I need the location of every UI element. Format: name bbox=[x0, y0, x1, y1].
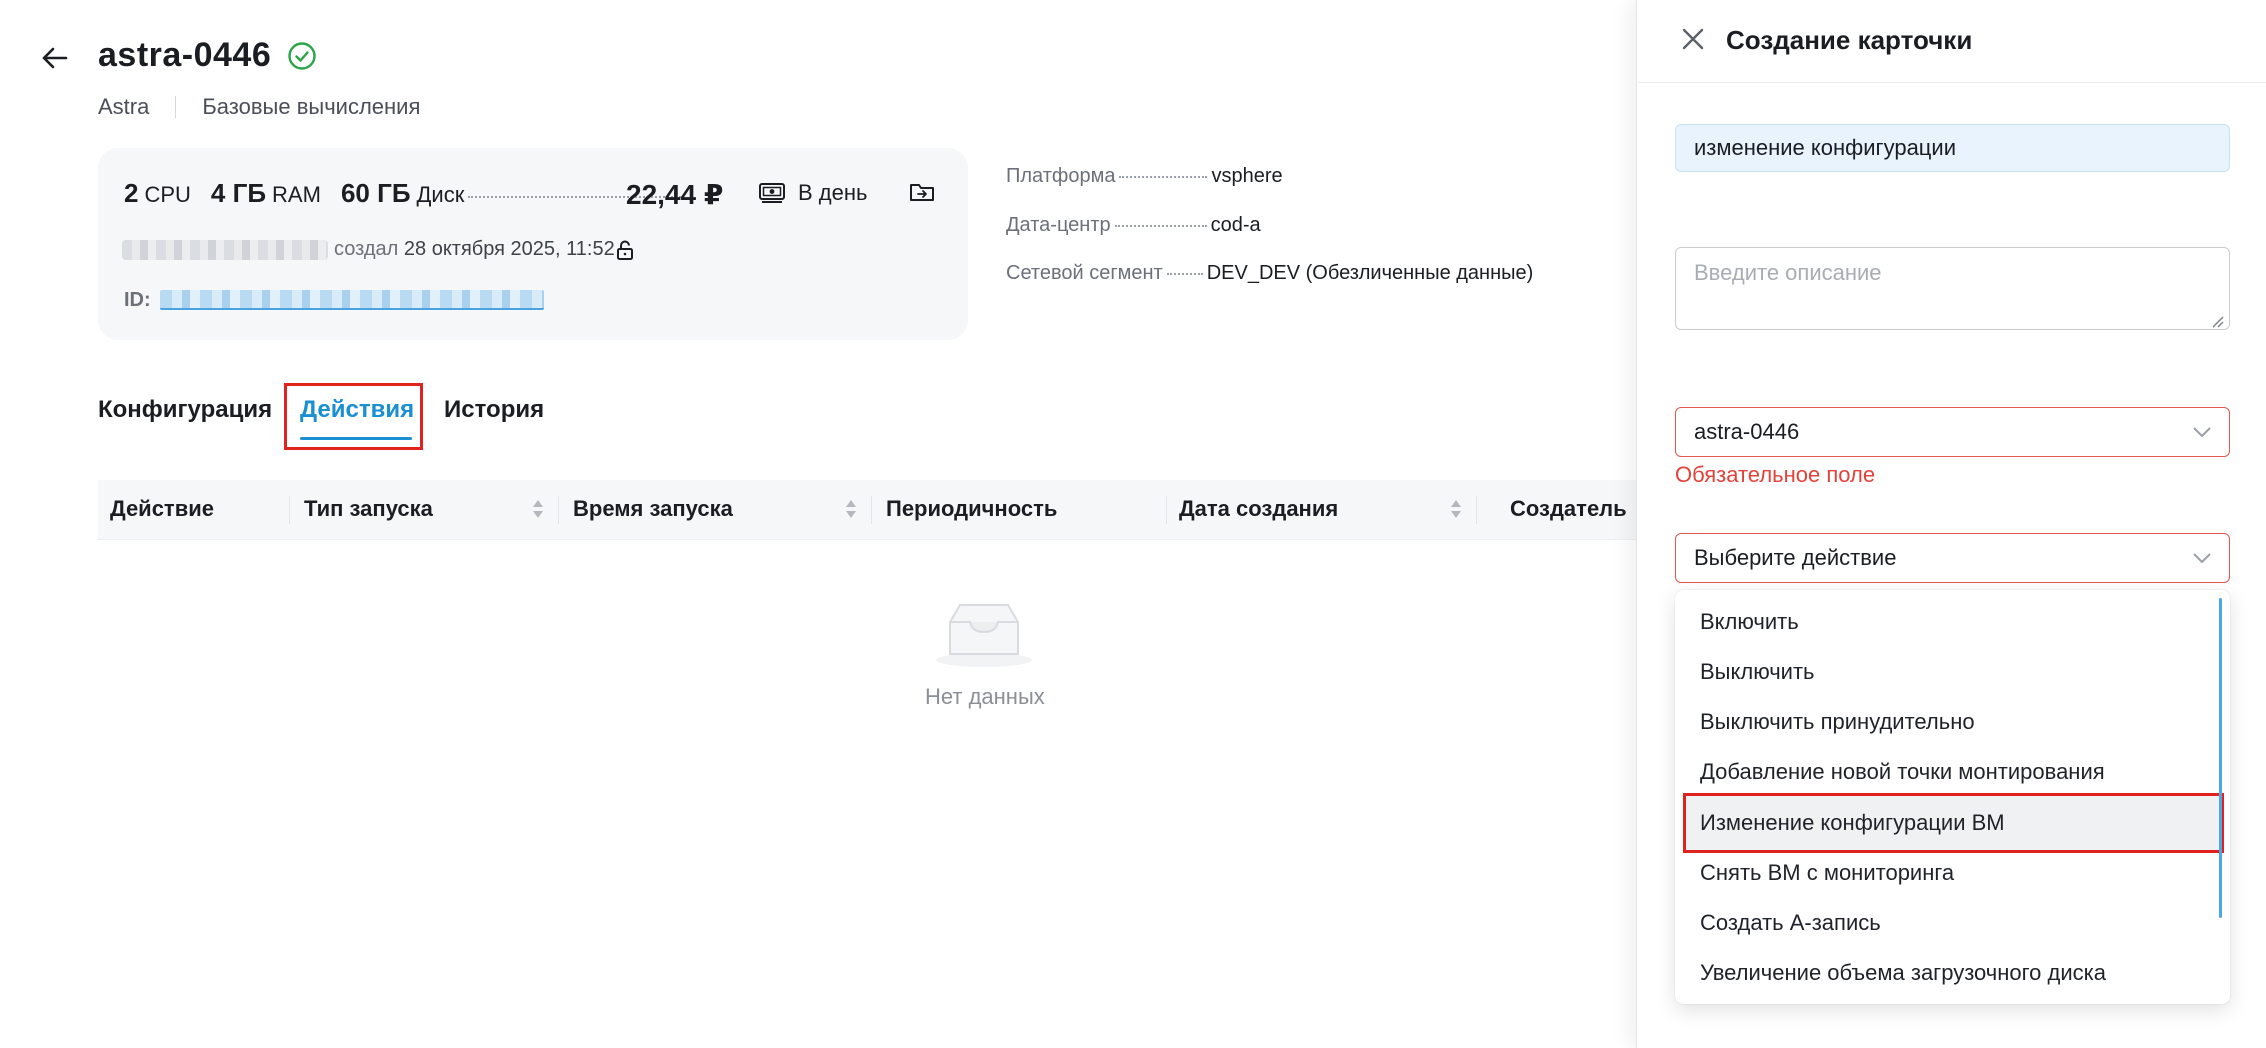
column-divider bbox=[289, 496, 290, 524]
segment-row: Сетевой сегмент DEV_DEV (Обезличенные да… bbox=[1006, 262, 1533, 285]
breadcrumb-item[interactable]: Базовые вычисления bbox=[202, 94, 420, 120]
resize-handle-icon[interactable] bbox=[2210, 314, 2224, 328]
platform-row: Платформа vsphere bbox=[1006, 165, 1283, 188]
dropdown-option[interactable]: Выключить bbox=[1700, 659, 1815, 685]
sort-icon[interactable] bbox=[532, 497, 544, 521]
dotted-leader bbox=[1166, 273, 1203, 275]
vm-select[interactable]: astra-0446 bbox=[1675, 407, 2230, 457]
created-info: создал 28 октября 2025, 11:52 bbox=[334, 238, 615, 261]
billing-period[interactable]: В день bbox=[798, 180, 867, 206]
dropdown-option[interactable]: Выключить принудительно bbox=[1700, 709, 1975, 735]
action-select-placeholder: Выберите действие bbox=[1694, 545, 1897, 570]
required-field-error: Обязательное поле bbox=[1675, 462, 1876, 487]
card-name-input[interactable]: изменение конфигурации bbox=[1675, 124, 2230, 172]
segment-value: DEV_DEV (Обезличенные данные) bbox=[1206, 262, 1534, 284]
ram-value: 4 ГБ bbox=[210, 178, 267, 208]
ram-unit: RAM bbox=[272, 182, 321, 207]
disk-unit: Диск bbox=[416, 182, 465, 207]
chevron-down-icon bbox=[2193, 553, 2211, 564]
id-label: ID: bbox=[124, 289, 151, 311]
dropdown-option-highlighted[interactable]: Изменение конфигурации ВМ bbox=[1700, 810, 2005, 836]
column-divider bbox=[1166, 496, 1167, 524]
dropdown-option[interactable]: Увеличение объема загрузочного диска bbox=[1700, 960, 2106, 986]
datacenter-row: Дата-центр cod-a bbox=[1006, 214, 1261, 237]
column-header-created-date[interactable]: Дата создания bbox=[1179, 496, 1338, 522]
dotted-leader bbox=[1114, 225, 1207, 227]
owner-name-redacted bbox=[122, 240, 328, 260]
dropdown-option[interactable]: Снять ВМ с мониторинга bbox=[1700, 860, 1954, 886]
cash-icon bbox=[759, 183, 785, 203]
created-datetime: 28 октября 2025, 11:52 bbox=[403, 238, 615, 260]
drawer-header-divider bbox=[1636, 82, 2266, 83]
dotted-leader bbox=[1119, 176, 1208, 178]
column-divider bbox=[871, 496, 872, 524]
datacenter-label: Дата-центр bbox=[1006, 214, 1111, 236]
breadcrumb: Astra Базовые вычисления bbox=[98, 94, 420, 120]
page-title: astra-0446 bbox=[98, 36, 272, 74]
segment-label: Сетевой сегмент bbox=[1006, 262, 1163, 284]
close-icon[interactable] bbox=[1680, 26, 1706, 52]
dropdown-option[interactable]: Создать А-запись bbox=[1700, 910, 1881, 936]
drawer-title: Создание карточки bbox=[1726, 25, 1973, 55]
annotation-highlight-tab bbox=[284, 383, 423, 450]
disk-value: 60 ГБ bbox=[340, 178, 411, 208]
unlock-icon[interactable] bbox=[614, 238, 636, 262]
column-header-action: Действие bbox=[110, 496, 214, 521]
price-value: 22,44 ₽ bbox=[626, 179, 724, 210]
column-header-launch-time[interactable]: Время запуска bbox=[573, 496, 733, 522]
datacenter-value: cod-a bbox=[1210, 214, 1261, 236]
dropdown-option[interactable]: Включить bbox=[1700, 609, 1799, 635]
vm-id-link-redacted[interactable] bbox=[160, 290, 544, 310]
cpu-value: 2 bbox=[124, 178, 139, 208]
description-textarea[interactable]: Введите описание bbox=[1675, 247, 2230, 330]
resources-line: 2 CPU 4 ГБ RAM 60 ГБ Диск bbox=[124, 178, 688, 209]
move-to-folder-icon[interactable] bbox=[908, 180, 936, 204]
tab-configuration[interactable]: Конфигурация bbox=[98, 396, 272, 424]
sort-icon[interactable] bbox=[1450, 497, 1462, 521]
check-circle-icon bbox=[288, 42, 316, 70]
column-divider bbox=[558, 496, 559, 524]
column-header-creator: Создатель bbox=[1510, 496, 1627, 521]
empty-state-text: Нет данных bbox=[925, 684, 1045, 709]
platform-label: Платформа bbox=[1006, 165, 1116, 187]
back-arrow-icon[interactable] bbox=[36, 40, 72, 76]
chevron-down-icon bbox=[2193, 427, 2211, 438]
created-label: создал bbox=[334, 238, 399, 260]
column-header-launch-type[interactable]: Тип запуска bbox=[304, 496, 433, 522]
action-select[interactable]: Выберите действие bbox=[1675, 533, 2230, 583]
vm-select-value: astra-0446 bbox=[1694, 419, 1800, 444]
dropdown-scrollbar[interactable] bbox=[2219, 598, 2222, 918]
empty-inbox-icon bbox=[936, 604, 1032, 667]
tab-history[interactable]: История bbox=[444, 396, 544, 424]
column-header-periodicity: Периодичность bbox=[886, 496, 1058, 521]
sort-icon[interactable] bbox=[845, 497, 857, 521]
dropdown-option[interactable]: Добавление новой точки монтирования bbox=[1700, 759, 2105, 785]
breadcrumb-item[interactable]: Astra bbox=[98, 94, 149, 120]
column-divider bbox=[1476, 496, 1477, 524]
cpu-unit: CPU bbox=[144, 182, 191, 207]
platform-value: vsphere bbox=[1211, 165, 1283, 187]
breadcrumb-separator bbox=[175, 96, 177, 118]
